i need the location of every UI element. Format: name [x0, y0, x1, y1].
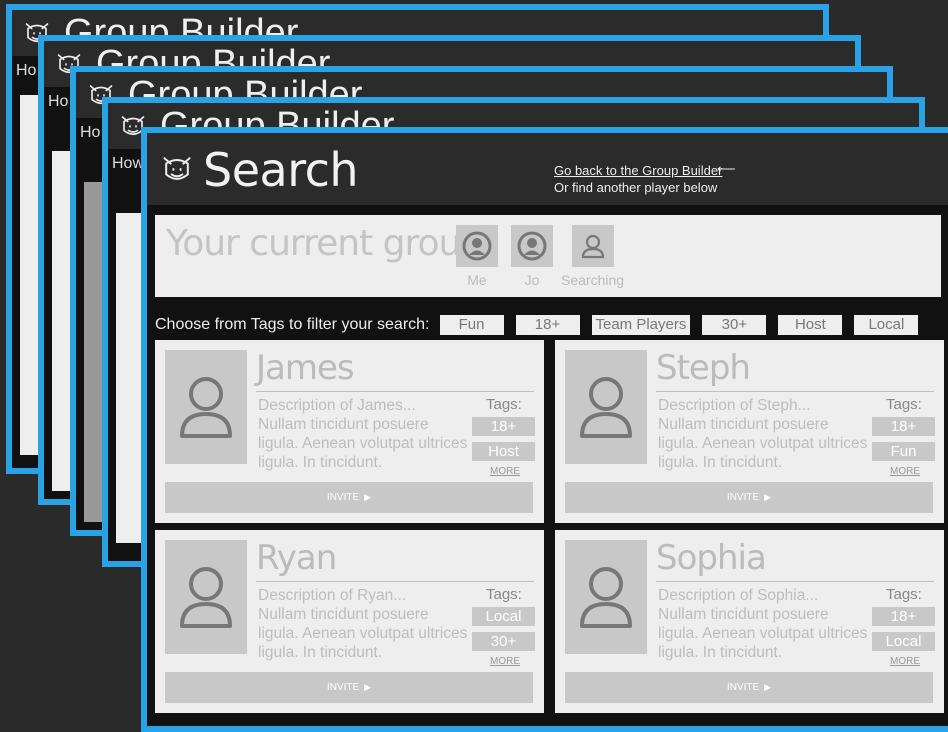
player-name: Sophia: [656, 538, 767, 578]
invite-button[interactable]: INVITE ▶: [565, 482, 933, 513]
more-tags-link[interactable]: MORE: [890, 466, 920, 477]
more-tags-link[interactable]: MORE: [490, 656, 520, 667]
invite-label: INVITE: [326, 492, 360, 503]
player-tag: 18+: [872, 417, 935, 436]
player-description-title: Description of Ryan...: [258, 587, 407, 604]
invite-button[interactable]: INVITE ▶: [165, 482, 533, 513]
card-divider: [656, 391, 934, 392]
play-arrow-icon: ▶: [764, 492, 772, 502]
player-tag: Host: [472, 442, 535, 461]
app-header: Search Go back to the Group Builder ⟵ Or…: [147, 133, 948, 205]
group-member-searching[interactable]: Searching: [561, 225, 624, 288]
player-description: Description of James... Nullam tincidunt …: [258, 396, 468, 472]
card-divider: [256, 391, 534, 392]
player-description-title: Description of Steph...: [658, 397, 811, 414]
tags-label: Tags:: [886, 396, 922, 413]
person-icon: [580, 377, 632, 438]
avatar-outline-icon: [571, 225, 614, 267]
find-player-hint: Or find another player below: [554, 180, 718, 195]
invite-label: INVITE: [726, 492, 760, 503]
more-tags-link[interactable]: MORE: [490, 466, 520, 477]
player-description-body: Nullam tincidunt posuere ligula. Aenean …: [258, 606, 468, 661]
avatar-filled-icon: [511, 225, 553, 267]
player-tag: 18+: [472, 417, 535, 436]
invite-button[interactable]: INVITE ▶: [165, 672, 533, 703]
invite-label: INVITE: [726, 682, 760, 693]
player-tag: 18+: [872, 607, 935, 626]
back-to-group-builder-link[interactable]: Go back to the Group Builder: [554, 163, 722, 178]
person-icon: [580, 567, 632, 628]
player-photo-placeholder: [565, 540, 647, 654]
filter-tag-18plus[interactable]: 18+: [515, 315, 580, 335]
play-arrow-icon: ▶: [764, 682, 772, 692]
player-photo-placeholder: [565, 350, 647, 464]
card-divider: [656, 581, 934, 582]
player-name: Ryan: [256, 538, 337, 578]
invite-button[interactable]: INVITE ▶: [565, 672, 933, 703]
tags-label: Tags:: [486, 586, 522, 603]
player-photo-placeholder: [165, 350, 247, 464]
group-member-jo[interactable]: Jo: [511, 225, 553, 288]
arrow-left-icon[interactable]: ⟵: [717, 161, 736, 177]
player-description-body: Nullam tincidunt posuere ligula. Aenean …: [658, 606, 868, 661]
current-group-panel: Your current group: Me Jo Searching: [155, 215, 941, 297]
player-photo-placeholder: [165, 540, 247, 654]
filter-tag-host[interactable]: Host: [778, 315, 843, 335]
tags-label: Tags:: [886, 586, 922, 603]
tags-label: Tags:: [486, 396, 522, 413]
player-card-ryan: Ryan Description of Ryan... Nullam tincid…: [155, 530, 544, 713]
filter-tag-30plus[interactable]: 30+: [702, 315, 767, 335]
player-tag: Local: [472, 607, 535, 626]
filter-tag-team-players[interactable]: Team Players: [591, 315, 691, 335]
player-description-title: Description of Sophia...: [658, 587, 819, 604]
player-description: Description of Ryan... Nullam tincidunt p…: [258, 586, 468, 662]
player-card-steph: Steph Description of Steph... Nullam tinc…: [555, 340, 944, 523]
person-icon: [180, 377, 232, 438]
player-tag: Fun: [872, 442, 935, 461]
player-description-title: Description of James...: [258, 397, 416, 414]
invite-label: INVITE: [326, 682, 360, 693]
play-arrow-icon: ▶: [364, 492, 372, 502]
group-member-name: Me: [467, 272, 487, 288]
tag-filter-label: Choose from Tags to filter your search:: [155, 316, 430, 333]
filter-tag-fun[interactable]: Fun: [439, 315, 504, 335]
player-description: Description of Steph... Nullam tincidunt …: [658, 396, 868, 472]
filter-tag-local[interactable]: Local: [854, 315, 919, 335]
avatar-filled-icon: [456, 225, 498, 267]
player-tag: Local: [872, 632, 935, 651]
player-card-james: James Description of James... Nullam tinc…: [155, 340, 544, 523]
card-divider: [256, 581, 534, 582]
tag-filter-row: Choose from Tags to filter your search: …: [155, 313, 930, 337]
player-description-body: Nullam tincidunt posuere ligula. Aenean …: [658, 416, 868, 471]
boar-logo-icon: [163, 157, 191, 180]
play-arrow-icon: ▶: [364, 682, 372, 692]
player-name: James: [256, 348, 355, 388]
player-description-body: Nullam tincidunt posuere ligula. Aenean …: [258, 416, 468, 471]
current-group-label: Your current group:: [166, 223, 494, 264]
group-member-name: Jo: [524, 272, 540, 288]
page-title: Search: [203, 143, 359, 197]
player-tag: 30+: [472, 632, 535, 651]
group-member-name: Searching: [561, 272, 625, 288]
person-icon: [180, 567, 232, 628]
player-name: Steph: [656, 348, 751, 388]
player-description: Description of Sophia... Nullam tincidunt…: [658, 586, 868, 662]
more-tags-link[interactable]: MORE: [890, 656, 920, 667]
player-card-sophia: Sophia Description of Sophia... Nullam ti…: [555, 530, 944, 713]
search-window: Search Go back to the Group Builder ⟵ Or…: [141, 127, 948, 732]
group-member-me[interactable]: Me: [456, 225, 498, 288]
